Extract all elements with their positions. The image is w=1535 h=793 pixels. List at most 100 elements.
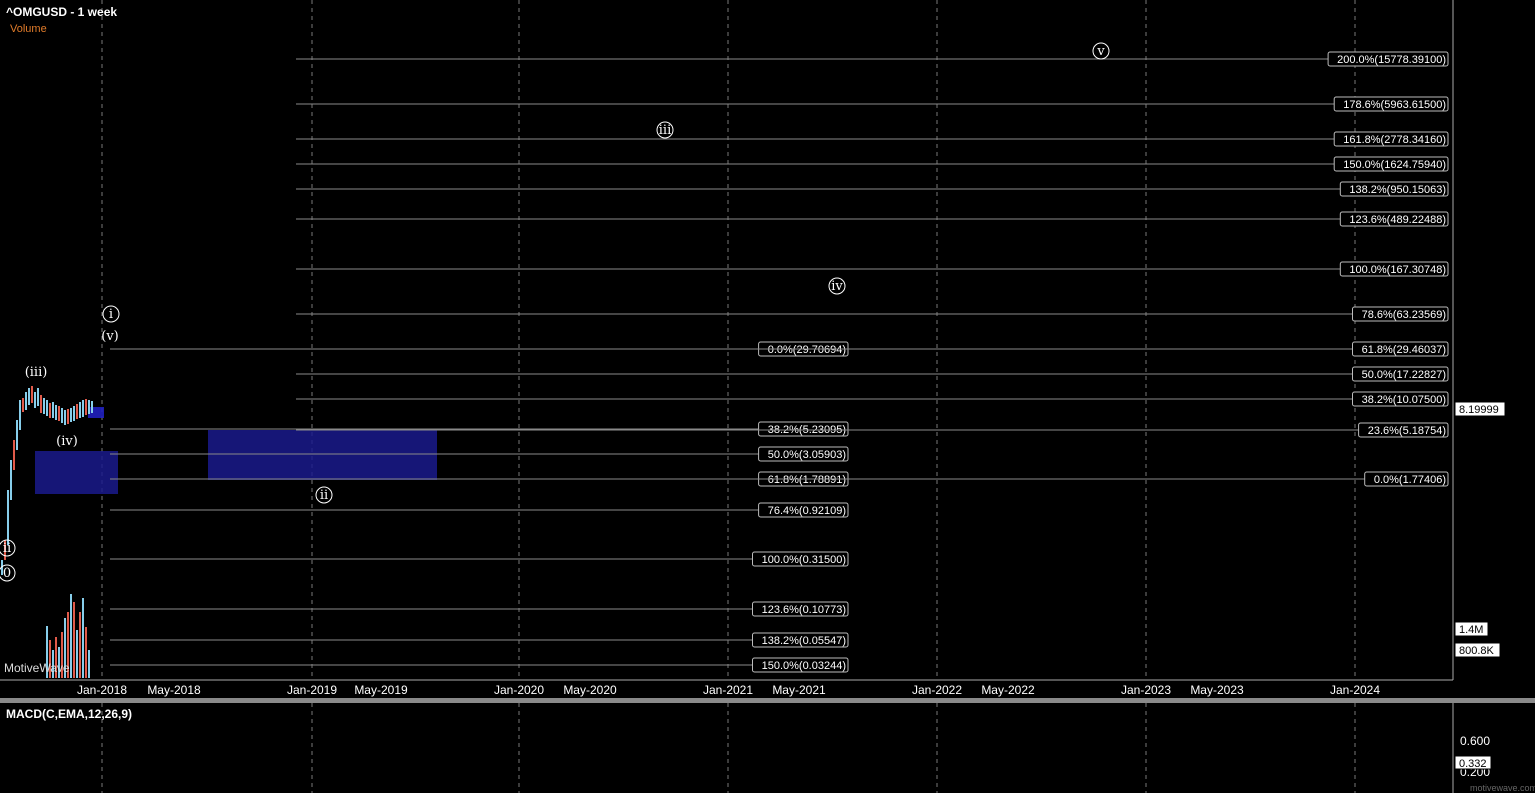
wave-label-8: 0 — [0, 564, 16, 582]
svg-text:800.8K: 800.8K — [1459, 645, 1495, 657]
volume-bar — [70, 594, 72, 678]
macd-label: MACD(C,EMA,12,26,9) — [6, 707, 132, 721]
wave-label-6: iv — [828, 277, 846, 295]
x-tick-jan-2020: Jan-2020 — [494, 683, 544, 697]
svg-text:61.8%(1.78891): 61.8%(1.78891) — [768, 474, 846, 486]
x-tick-jan-2018: Jan-2018 — [77, 683, 127, 697]
svg-text:0.0%(29.70694): 0.0%(29.70694) — [768, 344, 846, 356]
chart-canvas: 0.0%(29.70694) 38.2%(5.23095) 50.0%(3.0590… — [0, 0, 1535, 793]
x-tick-may-2023: May-2023 — [1190, 683, 1244, 697]
x-tick-jan-2023: Jan-2023 — [1121, 683, 1171, 697]
volume-bar — [88, 650, 90, 678]
svg-text:100.0%(167.30748): 100.0%(167.30748) — [1349, 264, 1446, 276]
svg-text:138.2%(950.15063): 138.2%(950.15063) — [1349, 184, 1446, 196]
svg-text:161.8%(2778.34160): 161.8%(2778.34160) — [1343, 134, 1446, 146]
svg-text:0: 0 — [3, 566, 11, 581]
fib-label-left-2: 50.0%(3.05903) — [758, 446, 849, 462]
svg-text:8.19999: 8.19999 — [1459, 404, 1499, 416]
svg-text:1.4M: 1.4M — [1459, 624, 1483, 636]
svg-text:50.0%(17.22827): 50.0%(17.22827) — [1362, 369, 1446, 381]
wave-label-7: v — [1092, 42, 1110, 60]
fib-label-left-1: 38.2%(5.23095) — [758, 421, 849, 437]
svg-text:ii: ii — [320, 488, 328, 503]
svg-text:23.6%(5.18754): 23.6%(5.18754) — [1368, 425, 1446, 437]
x-tick-jan-2022: Jan-2022 — [912, 683, 962, 697]
fibonacci-levels: 0.0%(29.70694) 38.2%(5.23095) 50.0%(3.0590… — [110, 51, 1449, 673]
macd-tick-0600: 0.600 — [1460, 734, 1490, 748]
svg-text:138.2%(0.05547): 138.2%(0.05547) — [762, 635, 846, 647]
fib-label-left-8: 150.0%(0.03244) — [752, 657, 849, 673]
svg-text:200.0%(15778.39100): 200.0%(15778.39100) — [1337, 54, 1446, 66]
svg-text:123.6%(489.22488): 123.6%(489.22488) — [1349, 214, 1446, 226]
fib-label-left-5: 100.0%(0.31500) — [752, 551, 849, 567]
svg-text:iv: iv — [831, 279, 843, 294]
x-tick-jan-2021: Jan-2021 — [703, 683, 753, 697]
fib-label-right-1: 178.6%(5963.61500) — [1333, 96, 1449, 112]
svg-text:78.6%(63.23569): 78.6%(63.23569) — [1362, 309, 1446, 321]
fib-label-right-6: 100.0%(167.30748) — [1339, 261, 1449, 277]
fib-label-right-5: 123.6%(489.22488) — [1339, 211, 1449, 227]
svg-text:0.0%(1.77406): 0.0%(1.77406) — [1374, 474, 1446, 486]
svg-text:38.2%(10.07500): 38.2%(10.07500) — [1362, 394, 1446, 406]
current-zone — [88, 407, 104, 418]
wave-label-5: iii — [656, 121, 674, 139]
wave-label-2: (iii) — [25, 365, 48, 380]
wave-label-0: i — [102, 305, 120, 323]
fib-label-left-4: 76.4%(0.92109) — [758, 502, 849, 518]
fib-label-right-9: 50.0%(17.22827) — [1352, 366, 1449, 382]
x-tick-may-2018: May-2018 — [147, 683, 201, 697]
fib-label-right-0: 200.0%(15778.39100) — [1327, 51, 1449, 67]
svg-text:76.4%(0.92109): 76.4%(0.92109) — [768, 505, 846, 517]
svg-text:178.6%(5963.61500): 178.6%(5963.61500) — [1343, 99, 1446, 111]
fib-label-right-7: 78.6%(63.23569) — [1352, 306, 1449, 322]
last-price-tag: 8.19999 — [1454, 401, 1506, 417]
elliott-wave-labels: i(v)(iii)(iv)iiiiiivv0ii — [0, 42, 1110, 582]
svg-text:ii: ii — [3, 541, 11, 556]
svg-text:(v): (v) — [101, 329, 119, 344]
volume-bar — [85, 627, 87, 678]
chart-title: ^OMGUSD - 1 week — [6, 5, 117, 19]
fib-label-left-6: 123.6%(0.10773) — [752, 601, 849, 617]
footer-watermark: motivewave.com — [1470, 783, 1535, 793]
fib-label-right-11: 23.6%(5.18754) — [1358, 422, 1449, 438]
volume-tag-low: 800.8K — [1454, 642, 1501, 658]
fib-label-right-3: 150.0%(1624.75940) — [1333, 156, 1449, 172]
x-tick-may-2021: May-2021 — [772, 683, 826, 697]
svg-text:50.0%(3.05903): 50.0%(3.05903) — [768, 449, 846, 461]
wave-label-1: (v) — [101, 329, 119, 344]
fib-label-right-4: 138.2%(950.15063) — [1339, 181, 1449, 197]
svg-text:123.6%(0.10773): 123.6%(0.10773) — [762, 604, 846, 616]
x-tick-jan-2019: Jan-2019 — [287, 683, 337, 697]
volume-bar — [73, 602, 75, 678]
x-tick-jan-2024: Jan-2024 — [1330, 683, 1380, 697]
time-axis-labels: Jan-2018 May-2018 Jan-2019 May-2019 Jan-2020… — [77, 683, 1380, 697]
svg-text:(iv): (iv) — [56, 434, 78, 449]
svg-text:100.0%(0.31500): 100.0%(0.31500) — [762, 554, 846, 566]
svg-text:(iii): (iii) — [25, 365, 48, 380]
fib-label-left-7: 138.2%(0.05547) — [752, 632, 849, 648]
grid-lines — [101, 0, 1356, 793]
fib-label-right-12: 0.0%(1.77406) — [1364, 471, 1449, 487]
volume-label: Volume — [10, 23, 47, 35]
x-tick-may-2020: May-2020 — [563, 683, 617, 697]
support-zone-wave-ii — [208, 430, 437, 480]
macd-value-tag: 0.332 — [1454, 755, 1492, 770]
x-tick-may-2019: May-2019 — [354, 683, 408, 697]
volume-bar — [82, 598, 84, 678]
svg-text:61.8%(29.46037): 61.8%(29.46037) — [1362, 344, 1446, 356]
x-tick-may-2022: May-2022 — [981, 683, 1035, 697]
fib-label-right-2: 161.8%(2778.34160) — [1333, 131, 1449, 147]
support-zone-left — [35, 451, 118, 494]
wave-label-4: ii — [315, 486, 333, 504]
fib-label-right-10: 38.2%(10.07500) — [1352, 391, 1449, 407]
fib-label-right-8: 61.8%(29.46037) — [1352, 341, 1449, 357]
svg-text:v: v — [1096, 44, 1105, 59]
volume-bar — [79, 612, 81, 678]
svg-text:150.0%(1624.75940): 150.0%(1624.75940) — [1343, 159, 1446, 171]
wave-label-9: ii — [0, 539, 16, 557]
support-zones — [35, 407, 437, 494]
wave-label-3: (iv) — [56, 434, 78, 449]
pane-separator[interactable] — [0, 698, 1535, 703]
svg-text:0.332: 0.332 — [1459, 758, 1487, 770]
svg-text:150.0%(0.03244): 150.0%(0.03244) — [762, 660, 846, 672]
